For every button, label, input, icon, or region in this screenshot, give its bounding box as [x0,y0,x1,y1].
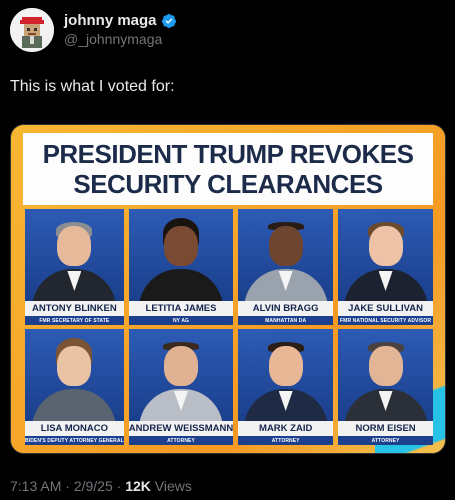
headline-banner: PRESIDENT TRUMP REVOKES SECURITY CLEARAN… [23,133,433,205]
person-photo [25,209,124,301]
headline-line-1: PRESIDENT TRUMP REVOKES [42,139,414,169]
person-name: LETITIA JAMES [128,301,234,316]
views-label: Views [150,478,192,494]
people-grid: ANTONY BLINKEN FMR SECRETARY OF STATE LE… [25,209,433,445]
person-name: MARK ZAID [238,421,334,436]
person-name: ALVIN BRAGG [238,301,334,316]
meta-separator: · [112,478,126,494]
person-card: LISA MONACO BIDEN'S DEPUTY ATTORNEY GENE… [25,329,124,445]
person-photo [128,209,234,301]
person-photo [238,209,334,301]
tweet-media-image[interactable]: PRESIDENT TRUMP REVOKES SECURITY CLEARAN… [10,124,446,454]
person-name: ANTONY BLINKEN [25,301,124,316]
person-title: BIDEN'S DEPUTY ATTORNEY GENERAL [25,436,124,445]
display-name[interactable]: johnny maga [64,12,157,29]
person-photo [238,329,334,421]
person-card: LETITIA JAMES NY AG [128,209,234,325]
tweet-date[interactable]: 2/9/25 [74,478,113,494]
pixel-avatar-icon [10,8,54,52]
person-title: NY AG [128,316,234,325]
person-card: ALVIN BRAGG MANHATTAN DA [238,209,334,325]
person-name: LISA MONACO [25,421,124,436]
tweet-meta: 7:13 AM · 2/9/25 · 12K Views [10,478,192,494]
person-photo [338,329,433,421]
person-card: JAKE SULLIVAN FMR NATIONAL SECURITY ADVI… [338,209,433,325]
person-photo [338,209,433,301]
tweet-text: This is what I voted for: [10,78,175,95]
person-photo [128,329,234,421]
person-name: NORM EISEN [338,421,433,436]
person-card: ANTONY BLINKEN FMR SECRETARY OF STATE [25,209,124,325]
person-title: FMR SECRETARY OF STATE [25,316,124,325]
person-title: MANHATTAN DA [238,316,334,325]
person-photo [25,329,124,421]
person-name: ANDREW WEISSMANN [128,421,234,436]
person-name: JAKE SULLIVAN [338,301,433,316]
person-title: ATTORNEY [338,436,433,445]
person-title: ATTORNEY [128,436,234,445]
user-handle[interactable]: @_johnnymaga [64,31,162,47]
person-card: ANDREW WEISSMANN ATTORNEY [128,329,234,445]
views-count[interactable]: 12K [125,478,151,494]
person-title: ATTORNEY [238,436,334,445]
meta-separator: · [61,478,74,494]
person-card: MARK ZAID ATTORNEY [238,329,334,445]
person-card: NORM EISEN ATTORNEY [338,329,433,445]
tweet-header: johnny maga @_johnnymaga [10,8,445,52]
tweet-time[interactable]: 7:13 AM [10,478,61,494]
person-title: FMR NATIONAL SECURITY ADVISOR [338,316,433,325]
avatar[interactable] [10,8,54,52]
verified-badge-icon [161,13,176,28]
headline-line-2: SECURITY CLEARANCES [73,169,383,199]
